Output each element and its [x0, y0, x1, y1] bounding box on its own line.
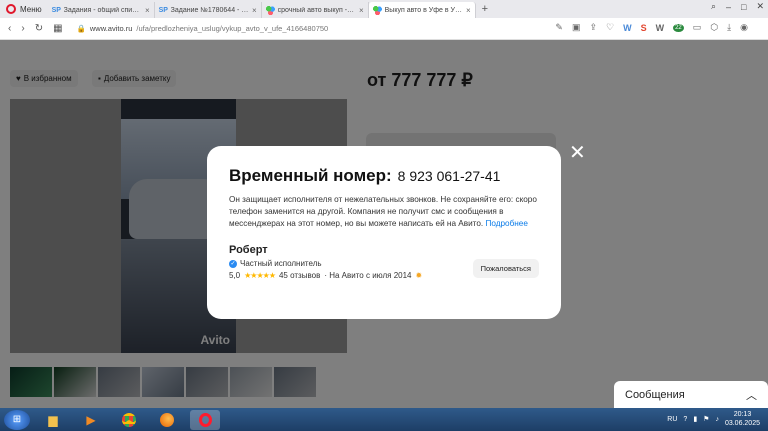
clock[interactable]: 20:13 03.06.2025 — [725, 410, 760, 428]
media-player-icon[interactable]: ▶ — [76, 410, 106, 430]
tab-title: Задание №1780644 - про — [170, 6, 249, 14]
extension-badge[interactable]: 22 — [673, 23, 684, 32]
language-indicator[interactable]: RU — [667, 416, 677, 423]
maximize-icon[interactable]: □ — [741, 2, 746, 12]
messages-label: Сообщения — [625, 388, 685, 401]
close-tab-icon[interactable]: × — [145, 6, 150, 15]
tab-2[interactable]: SP Задание №1780644 - про × — [155, 2, 262, 18]
tab-1[interactable]: SP Задания - общий список × — [48, 2, 155, 18]
menu-label: Меню — [20, 4, 42, 14]
on-avito-since: · На Авито с июля 2014 — [324, 271, 412, 280]
share-icon[interactable]: ⇪ — [589, 22, 597, 33]
screen: Меню SP Задания - общий список × SP Зада… — [0, 0, 768, 431]
tab-title: Выкуп авто в Уфе в Уфе | У — [384, 6, 463, 14]
tab-title: срочный авто выкуп - Усл — [277, 6, 356, 14]
search-tabs-icon[interactable]: ⌕ — [711, 1, 716, 12]
close-tab-icon[interactable]: × — [359, 6, 364, 15]
sp-favicon-icon: SP — [51, 6, 61, 14]
temporary-phone-number[interactable]: 8 923 061-27-41 — [398, 168, 501, 184]
lock-icon: 🔒 — [76, 24, 86, 33]
flag-icon[interactable]: ⚑ — [703, 415, 709, 423]
window-controls: ⌕ – □ ✕ — [711, 1, 764, 12]
extensions-cube-icon[interactable]: ⬡ — [710, 22, 718, 33]
url-host: www.avito.ru — [89, 24, 133, 33]
edit-icon[interactable]: ✎ — [555, 22, 563, 33]
explorer-icon[interactable]: ▆ — [38, 410, 68, 430]
opera-logo-icon — [6, 4, 16, 14]
verified-check-icon: ✓ — [229, 259, 237, 268]
wallet-icon[interactable]: ▭ — [693, 22, 702, 33]
volume-icon[interactable]: ♪ — [715, 416, 719, 423]
address-bar: ‹ › ↻ ▦ 🔒 www.avito.ru/ufa/predlozheniya… — [0, 18, 768, 40]
browser-toolbar: ✎ ▣ ⇪ ♡ W S W 22 ▭ ⬡ ⤓ ◉ — [555, 22, 748, 33]
seller-type: Частный исполнитель — [240, 259, 322, 268]
tab-title: Задания - общий список — [63, 6, 142, 14]
medal-icon: ✹ — [415, 271, 423, 280]
rating-stars: ★★★★★ — [244, 271, 276, 280]
more-link[interactable]: Подробнее — [485, 219, 527, 228]
w-extension-icon[interactable]: W — [623, 23, 632, 33]
tab-bar: Меню SP Задания - общий список × SP Зада… — [0, 0, 768, 18]
forward-arrow-icon[interactable]: › — [21, 23, 24, 34]
wiki-extension-icon[interactable]: W — [656, 23, 665, 33]
system-tray: RU ? ▮ ⚑ ♪ 20:13 03.06.2025 — [667, 410, 760, 428]
tab-3[interactable]: срочный авто выкуп - Усл × — [262, 2, 369, 18]
windows-taskbar: ⊞ ▆ ▶ RU ? ▮ ⚑ ♪ 20:13 03.06.2025 — [0, 408, 768, 431]
opera-taskbar-icon[interactable] — [190, 409, 220, 430]
complain-button[interactable]: Пожаловаться — [472, 259, 539, 278]
network-icon[interactable]: ▮ — [693, 415, 697, 423]
close-tab-icon[interactable]: × — [466, 6, 471, 15]
avito-favicon-icon — [265, 5, 275, 15]
download-icon[interactable]: ⤓ — [727, 22, 731, 33]
nav-buttons: ‹ › ↻ ▦ — [0, 23, 63, 34]
close-window-icon[interactable]: ✕ — [756, 1, 764, 12]
speed-dial-icon[interactable]: ▦ — [53, 23, 62, 34]
opera-menu-button[interactable]: Меню — [0, 0, 48, 18]
seo-extension-icon[interactable]: S — [641, 23, 647, 33]
close-modal-icon[interactable]: ✕ — [569, 143, 586, 163]
heart-icon[interactable]: ♡ — [606, 22, 614, 33]
clock-date: 03.06.2025 — [724, 420, 760, 427]
modal-description: Он защищает исполнителя от нежелательных… — [229, 194, 539, 230]
start-button-icon[interactable]: ⊞ — [4, 409, 30, 430]
phone-modal: Временный номер: 8 923 061-27-41 Он защи… — [207, 146, 561, 319]
chrome-icon[interactable] — [114, 410, 144, 430]
reload-icon[interactable]: ↻ — [35, 23, 43, 34]
help-icon[interactable]: ? — [683, 416, 687, 423]
modal-title: Временный номер: — [229, 166, 392, 185]
rating-value: 5,0 — [229, 271, 241, 280]
url-field[interactable]: 🔒 www.avito.ru/ufa/predlozheniya_uslug/v… — [77, 24, 329, 33]
firefox-icon[interactable] — [152, 410, 182, 430]
new-tab-plus-icon[interactable]: + — [482, 3, 488, 15]
back-arrow-icon[interactable]: ‹ — [8, 23, 11, 34]
close-tab-icon[interactable]: × — [252, 6, 257, 15]
sp-favicon-icon: SP — [158, 6, 168, 14]
avito-favicon-icon — [372, 5, 382, 15]
modal-title-row: Временный номер: 8 923 061-27-41 — [229, 166, 539, 186]
profile-icon[interactable]: ◉ — [740, 22, 748, 33]
clock-time: 20:13 — [733, 411, 752, 418]
messages-panel[interactable]: Сообщения ︿ — [614, 381, 768, 408]
camera-icon[interactable]: ▣ — [572, 22, 581, 33]
url-path: /ufa/predlozheniya_uslug/vykup_avto_v_uf… — [136, 24, 329, 33]
tab-4-active[interactable]: Выкуп авто в Уфе в Уфе | У × — [368, 2, 476, 18]
minimize-icon[interactable]: – — [726, 2, 731, 12]
reviews-link[interactable]: 45 отзывов — [279, 271, 320, 280]
seller-name[interactable]: Роберт — [229, 244, 539, 256]
chevron-up-icon[interactable]: ︿ — [746, 387, 757, 403]
